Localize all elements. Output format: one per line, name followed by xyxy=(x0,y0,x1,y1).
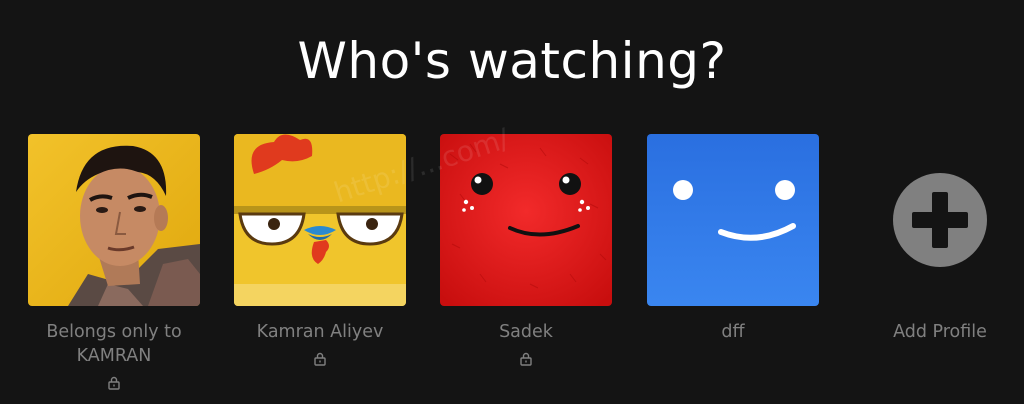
lock-icon xyxy=(314,352,326,366)
add-profile-tile[interactable] xyxy=(854,134,1024,306)
profile-name[interactable]: Kamran Aliyev xyxy=(234,320,406,344)
lock-icon xyxy=(108,376,120,390)
profile-picker-screen: Who's watching? Belongs only to KAMRAN K… xyxy=(0,0,1024,404)
plus-icon[interactable] xyxy=(892,172,988,268)
lock-icon xyxy=(520,352,532,366)
page-title: Who's watching? xyxy=(297,32,727,90)
chicken-face-icon[interactable] xyxy=(234,134,406,306)
add-profile-label[interactable]: Add Profile xyxy=(854,320,1024,344)
profile-card-belongs-only-to-kamran[interactable]: Belongs only to KAMRAN xyxy=(28,134,200,390)
person-photo-icon[interactable] xyxy=(28,134,200,306)
blue-smiley-icon[interactable] xyxy=(647,134,819,306)
profile-name[interactable]: dff xyxy=(647,320,819,344)
add-profile-card[interactable]: Add Profile xyxy=(854,134,1024,344)
profile-card-sadek[interactable]: Sadek xyxy=(440,134,612,366)
profile-name[interactable]: Sadek xyxy=(440,320,612,344)
profile-card-dff[interactable]: dff xyxy=(647,134,819,344)
profile-name[interactable]: Belongs only to KAMRAN xyxy=(28,320,200,368)
